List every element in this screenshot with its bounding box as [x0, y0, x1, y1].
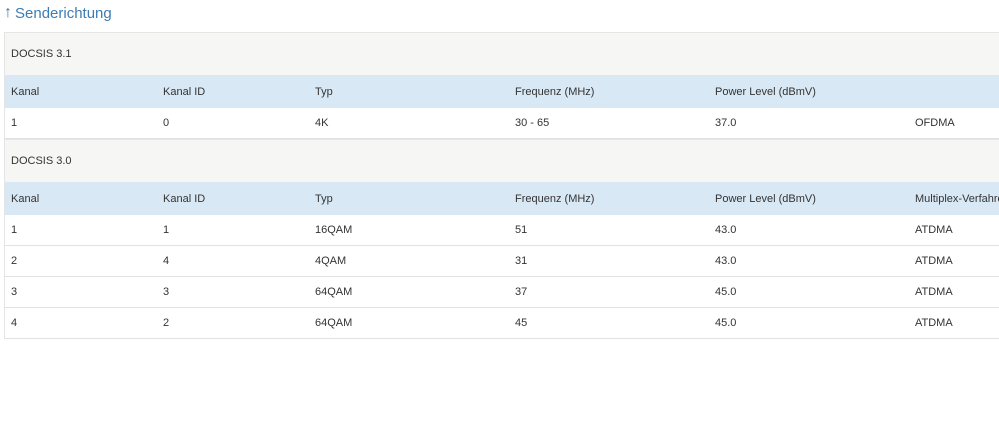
docsis30-group-heading: DOCSIS 3.0	[5, 139, 999, 182]
cell-typ: 4K	[315, 117, 329, 129]
table-row: 1 0 4K 30 - 65 37.0 OFDMA	[5, 108, 999, 139]
cell-multiplex: ATDMA	[915, 255, 953, 267]
cell-typ: 64QAM	[315, 286, 353, 298]
column-header-frequenz: Frequenz (MHz)	[515, 192, 595, 205]
docsis31-group-heading: DOCSIS 3.1	[5, 32, 999, 75]
cell-typ: 64QAM	[315, 317, 353, 329]
cell-kanal: 3	[11, 286, 18, 298]
cell-typ: 4QAM	[315, 255, 347, 267]
cell-kanal-id: 3	[163, 286, 170, 298]
column-header-kanal-id: Kanal ID	[163, 192, 206, 205]
cell-frequenz: 31	[515, 255, 528, 267]
column-header-kanal: Kanal	[11, 192, 40, 205]
cell-power-level: 37.0	[715, 117, 737, 129]
cell-kanal-id: 0	[163, 117, 170, 129]
column-header-kanal: Kanal	[11, 85, 40, 98]
cell-frequenz: 37	[515, 286, 528, 298]
cell-frequenz: 51	[515, 224, 528, 236]
cell-frequenz: 30 - 65	[515, 117, 550, 129]
column-header-typ: Typ	[315, 85, 333, 98]
cell-power-level: 43.0	[715, 255, 737, 267]
cell-multiplex: OFDMA	[915, 117, 955, 129]
table-row: 4 2 64QAM 45 45.0 ATDMA	[5, 308, 999, 339]
column-header-multiplex	[915, 75, 999, 108]
column-header-kanal-id: Kanal ID	[163, 85, 206, 98]
docsis31-title: DOCSIS 3.1	[11, 48, 72, 60]
table-row: 3 3 64QAM 37 45.0 ATDMA	[5, 277, 999, 308]
column-header-frequenz: Frequenz (MHz)	[515, 85, 595, 98]
cell-power-level: 45.0	[715, 317, 737, 329]
cell-kanal-id: 2	[163, 317, 170, 329]
cell-power-level: 43.0	[715, 224, 737, 236]
table-row: 1 1 16QAM 51 43.0 ATDMA	[5, 215, 999, 246]
cell-kanal-id: 4	[163, 255, 170, 267]
cell-multiplex: ATDMA	[915, 224, 953, 236]
column-header-multiplex: Multiplex-Verfahren	[915, 192, 999, 205]
cell-typ: 16QAM	[315, 224, 353, 236]
cell-kanal-id: 1	[163, 224, 170, 236]
cell-power-level: 45.0	[715, 286, 737, 298]
cell-kanal: 2	[11, 255, 18, 267]
arrow-up-icon: ↑	[4, 4, 12, 21]
table-row: 2 4 4QAM 31 43.0 ATDMA	[5, 246, 999, 277]
column-header-typ: Typ	[315, 192, 333, 205]
cell-kanal: 1	[11, 224, 18, 236]
cell-kanal: 1	[11, 117, 18, 129]
column-header-power-level: Power Level (dBmV)	[715, 85, 816, 98]
section-title-senderichtung[interactable]: ↑ Senderichtung	[4, 2, 112, 24]
cell-kanal: 4	[11, 317, 18, 329]
cell-multiplex: ATDMA	[915, 317, 953, 329]
cell-multiplex: ATDMA	[915, 286, 953, 298]
section-title-label: Senderichtung	[15, 4, 112, 22]
column-header-power-level: Power Level (dBmV)	[715, 192, 816, 205]
docsis30-header-row: Kanal Kanal ID Typ Frequenz (MHz) Power …	[5, 182, 999, 215]
upstream-channel-table: DOCSIS 3.1 Kanal Kanal ID Typ Frequenz (…	[4, 32, 999, 339]
docsis31-header-row: Kanal Kanal ID Typ Frequenz (MHz) Power …	[5, 75, 999, 108]
docsis30-title: DOCSIS 3.0	[11, 155, 72, 167]
cell-frequenz: 45	[515, 317, 528, 329]
upstream-page: ↑ Senderichtung DOCSIS 3.1 Kanal Kanal I…	[0, 0, 999, 446]
